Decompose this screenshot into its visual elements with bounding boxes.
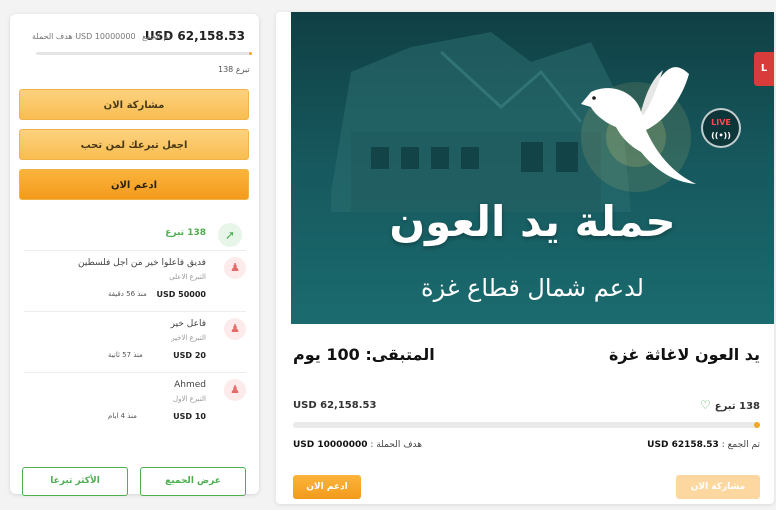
donation-time: منذ 56 دقيقة: [108, 290, 147, 298]
raised-line: تم الجمع : USD 62158.53: [647, 440, 760, 450]
user-icon: ♟: [224, 379, 246, 401]
sidebar-progress-bar: [36, 52, 252, 55]
donation-amount: USD 50000: [156, 290, 206, 299]
donation-row: فديق فاعلوا خير من اجل فلسطين التبرع الا…: [24, 250, 246, 310]
campaign-title: يد العون لاغاثة غزة: [608, 345, 760, 364]
top-donors-button[interactable]: الأكثر تبرعا: [22, 467, 128, 496]
goal-line: هدف الحملة : USD 10000000: [293, 440, 422, 450]
campaign-hero-image[interactable]: LIVE ((•)) L حملة يد العون لدعم شمال قطاع…: [291, 12, 774, 324]
sidebar-goal-text: USD 10000000 هدف الحملة: [32, 32, 136, 41]
campaign-donors: 138 تبرع♡: [700, 398, 760, 412]
donation-time: منذ 4 ايام: [108, 412, 137, 420]
donation-row: فاعل خير التبرع الاخير USD 20 منذ 57 ثان…: [24, 311, 246, 371]
donation-amount: USD 20: [173, 351, 206, 360]
campaign-share-button[interactable]: مشاركة الان: [676, 475, 760, 499]
donations-header: 138 تبرع ➚: [10, 220, 259, 248]
campaign-raised-amount: USD 62,158.53: [293, 400, 377, 411]
heart-icon: ♡: [699, 398, 711, 412]
raised-line-label: تم الجمع :: [721, 440, 760, 450]
donor-name: فاعل خير: [170, 319, 206, 329]
trending-up-icon: ➚: [218, 223, 242, 247]
show-all-button[interactable]: عرض الجميع: [140, 467, 246, 496]
user-icon: ♟: [224, 318, 246, 340]
sidebar-donors-count: 138 تبرع: [218, 65, 250, 74]
donate-for-loved-one-button[interactable]: اجعل تبرعك لمن تحب: [19, 129, 249, 160]
donations-count-label: 138 تبرع: [165, 228, 206, 238]
hero-subtitle: لدعم شمال قطاع غزة: [421, 274, 644, 302]
campaign-card: LIVE ((•)) L حملة يد العون لدعم شمال قطاع…: [276, 12, 774, 504]
support-now-button[interactable]: ادعم الان: [19, 169, 249, 200]
goal-label: هدف الحملة :: [370, 440, 422, 450]
hero-title: حملة يد العون: [389, 197, 676, 246]
sidebar-progress-fill: [249, 52, 252, 55]
donation-kind: التبرع الاول: [173, 395, 206, 403]
sidebar-goal-line: تم الجمع USD 10000000 هدف الحملة: [28, 32, 171, 41]
donation-amount: USD 10: [173, 412, 206, 421]
donation-sidebar: USD 62,158.53 تم الجمع USD 10000000 هدف …: [10, 14, 259, 496]
user-icon: ♟: [224, 257, 246, 279]
campaign-donors-count: 138 تبرع: [714, 401, 760, 412]
share-now-button[interactable]: مشاركة الان: [19, 89, 249, 120]
campaign-donate-button[interactable]: ادعم الان: [293, 475, 361, 499]
sidebar-raised-label: تم الجمع: [142, 32, 171, 41]
campaign-progress-fill: [754, 422, 760, 428]
days-remaining: المتبقى: 100 يوم: [293, 345, 435, 364]
live-tab-icon: L: [754, 52, 774, 86]
donation-row: Ahmed التبرع الاول USD 10 منذ 4 ايام ♟: [24, 372, 246, 432]
campaign-progress-bar: [293, 422, 760, 428]
goal-value: USD 10000000: [293, 440, 368, 450]
donation-time: منذ 57 ثانية: [108, 351, 143, 359]
raised-line-value: USD 62158.53: [647, 440, 719, 450]
donation-kind: التبرع الاعلى: [169, 273, 206, 281]
donation-kind: التبرع الاخير: [171, 334, 206, 342]
donor-name: فديق فاعلوا خير من اجل فلسطين: [78, 258, 206, 268]
live-badge-icon: LIVE ((•)): [701, 108, 741, 148]
live-badge-text: LIVE: [711, 118, 731, 127]
donor-name: Ahmed: [174, 380, 206, 390]
